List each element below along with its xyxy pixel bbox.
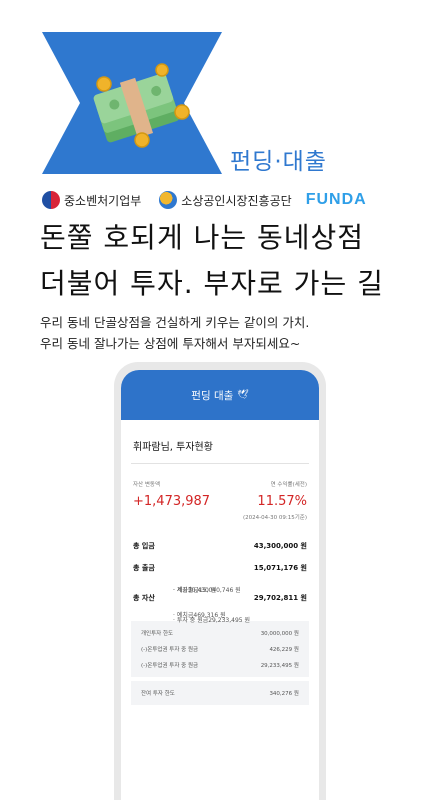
limit-row: (-)온투업권 투자 중 원금 29,233,495 원 bbox=[141, 661, 299, 669]
stat-labels: 자산 변동액 연 수익률(세전) bbox=[121, 480, 319, 488]
limit-value: 426,229 원 bbox=[269, 647, 299, 653]
invest-limit-box: 개인투자 한도 30,000,000 원 (-)온투업권 투자 중 원금 426… bbox=[131, 621, 309, 677]
phone-screen: 펀딩 대출 🕊 휘파람님, 투자현황 자산 변동액 연 수익률(세전) +1,4… bbox=[121, 370, 319, 800]
funda-logo: FUNDA bbox=[305, 191, 367, 208]
greeting-title: 휘파람님, 투자현황 bbox=[133, 442, 213, 453]
invest-principal-label: · 투자 중 원금 bbox=[173, 617, 209, 624]
total-asset-row: 총 자산 29,702,811 원 bbox=[121, 593, 319, 603]
app-header-title: 펀딩 대출 bbox=[191, 389, 234, 402]
tax-row: · 세금 30,430 원 bbox=[161, 585, 228, 594]
stat-values: +1,473,987 11.57% bbox=[121, 494, 319, 509]
limit-label: (-)온투업권 투자 중 원금 bbox=[141, 647, 199, 653]
yield-value: 11.57% bbox=[257, 494, 307, 509]
invest-principal-row: · 투자 중 원금 29,233,495 원 bbox=[161, 615, 262, 624]
hero-notch-left bbox=[42, 32, 80, 174]
remaining-limit-box: 잔여 투자 한도 340,276 원 bbox=[131, 681, 309, 705]
total-withdraw-row: 총 출금 15,071,176 원 bbox=[121, 563, 319, 573]
limit-row: 개인투자 한도 30,000,000 원 bbox=[141, 629, 299, 637]
total-asset-value: 29,702,811 원 bbox=[253, 594, 307, 602]
total-deposit-label: 총 입금 bbox=[133, 542, 155, 550]
limit-value: 30,000,000 원 bbox=[260, 631, 299, 637]
remaining-limit-value: 340,276 원 bbox=[269, 691, 299, 697]
taegeuk-icon bbox=[42, 191, 60, 209]
dove-icon: 🕊 bbox=[237, 390, 249, 400]
limit-row: (-)온투업권 투자 중 원금 426,229 원 bbox=[141, 645, 299, 653]
as-of-date: (2024-04-30 09:15기준) bbox=[243, 515, 307, 521]
subtitle-line2: 우리 동네 잘나가는 상점에 투자해서 부자되세요~ bbox=[40, 336, 301, 351]
yield-label: 연 수익률(세전) bbox=[270, 482, 307, 488]
brand-title: 펀딩·대출 bbox=[230, 149, 327, 175]
total-asset-label: 총 자산 bbox=[133, 594, 155, 602]
agency-emblem-icon bbox=[159, 191, 178, 209]
total-withdraw-value: 15,071,176 원 bbox=[253, 564, 307, 572]
asset-change-value: +1,473,987 bbox=[133, 494, 211, 509]
agency-name: 소상공인시장진흥공단 bbox=[181, 193, 292, 208]
asset-change-label: 자산 변동액 bbox=[133, 482, 161, 488]
limit-label: 개인투자 한도 bbox=[141, 631, 174, 637]
headline-line1: 돈쭐 호되게 나는 동네상점 bbox=[40, 221, 365, 254]
remaining-limit-row: 잔여 투자 한도 340,276 원 bbox=[141, 689, 299, 697]
limit-label: (-)온투업권 투자 중 원금 bbox=[141, 663, 199, 669]
ministry-logo: 중소벤처기업부 bbox=[42, 191, 141, 209]
limit-value: 29,233,495 원 bbox=[260, 663, 299, 669]
invest-principal-value: 29,233,495 원 bbox=[208, 617, 251, 624]
money-stack-icon bbox=[93, 63, 190, 148]
total-withdraw-label: 총 출금 bbox=[133, 564, 155, 572]
ministry-name: 중소벤처기업부 bbox=[64, 193, 142, 208]
divider bbox=[131, 463, 309, 464]
tax-value: 30,430 원 bbox=[187, 587, 217, 594]
phone-mockup: 펀딩 대출 🕊 휘파람님, 투자현황 자산 변동액 연 수익률(세전) +1,4… bbox=[114, 362, 326, 800]
app-header: 펀딩 대출 🕊 bbox=[121, 370, 319, 420]
agency-logo: 소상공인시장진흥공단 bbox=[159, 191, 292, 209]
remaining-limit-label: 잔여 투자 한도 bbox=[141, 691, 175, 697]
total-deposit-row: 총 입금 43,300,000 원 bbox=[121, 541, 319, 551]
subtitle-line1: 우리 동네 단골상점을 건실하게 키우는 같이의 가치. bbox=[40, 315, 310, 330]
total-deposit-value: 43,300,000 원 bbox=[253, 542, 307, 550]
partner-logos: 중소벤처기업부 소상공인시장진흥공단 FUNDA bbox=[42, 188, 372, 212]
headline-line2: 더불어 투자. 부자로 가는 길 bbox=[40, 267, 384, 300]
tax-label: · 세금 bbox=[173, 587, 188, 594]
